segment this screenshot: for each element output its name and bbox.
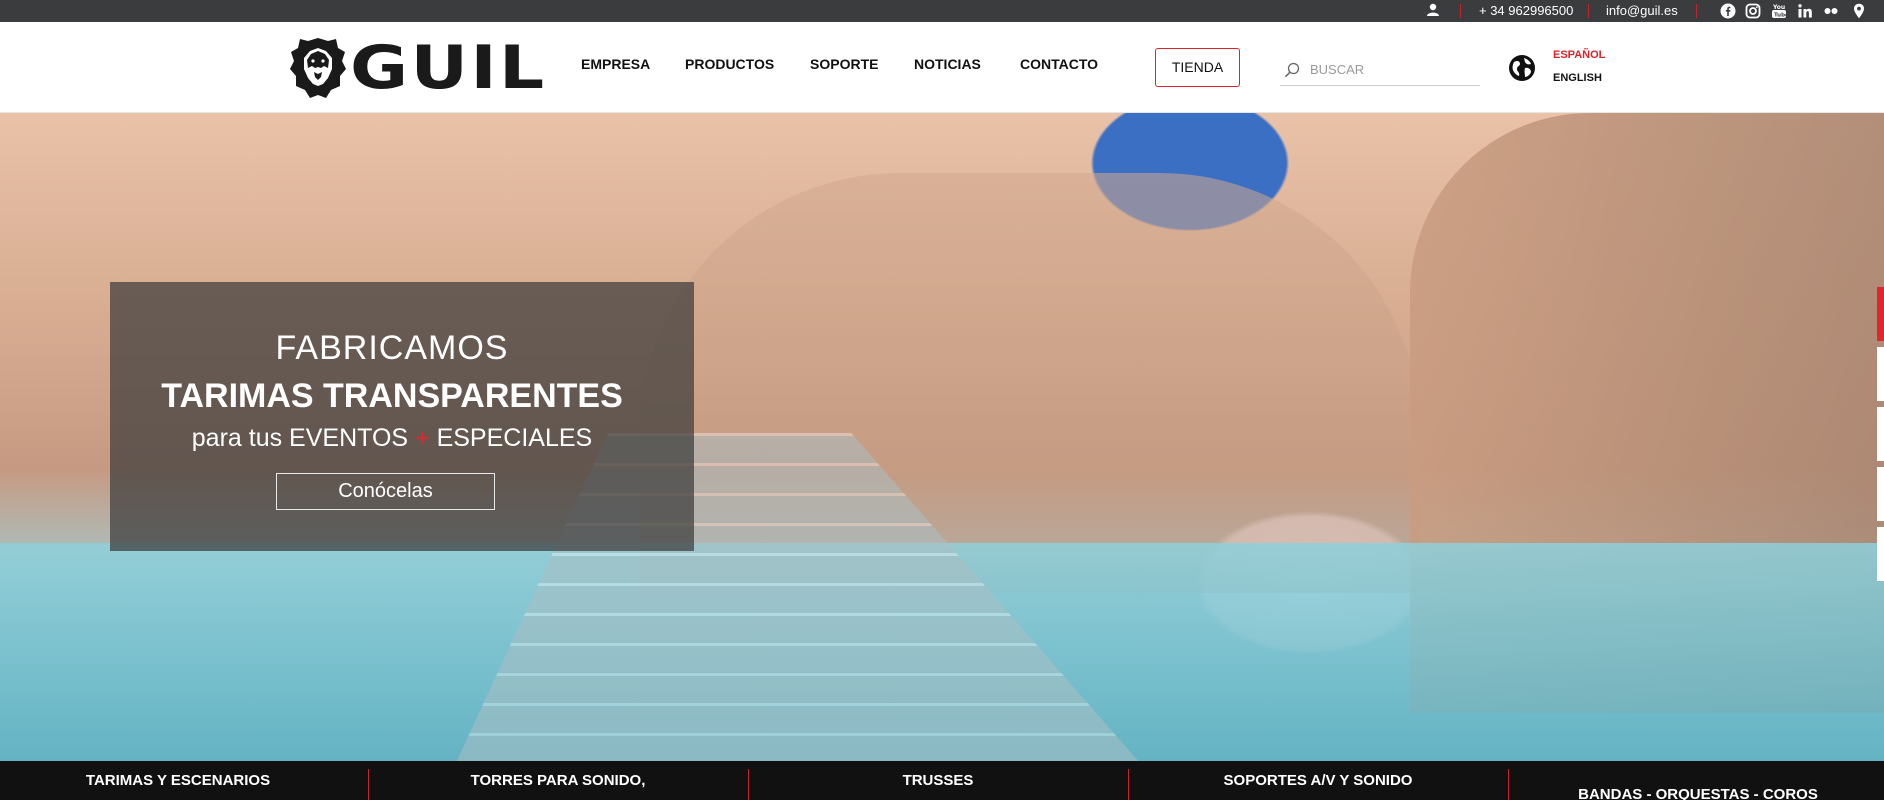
category-divider: [1508, 769, 1509, 800]
hero-caption: FABRICAMOS TARIMAS TRANSPARENTES para tu…: [110, 282, 694, 551]
main-header: GUIL ® EMPRESA PRODUCTOS SOPORTE NOTICIA…: [0, 22, 1884, 113]
topbar-divider: [1696, 4, 1697, 18]
location-pin-icon[interactable]: [1853, 3, 1869, 19]
hero-line-2: TARIMAS TRANSPARENTES: [161, 377, 623, 415]
svg-text:You: You: [1772, 4, 1785, 11]
nav-productos[interactable]: PRODUCTOS: [685, 55, 774, 73]
category-torres[interactable]: TORRES PARA SONIDO,: [420, 772, 696, 790]
slide-indicator[interactable]: [1877, 407, 1884, 461]
youtube-icon[interactable]: You Tube: [1771, 3, 1787, 19]
category-divider: [1128, 769, 1129, 800]
nav-noticias[interactable]: NOTICIAS: [914, 55, 981, 73]
guil-logo[interactable]: GUIL ®: [288, 36, 544, 100]
nav-contacto[interactable]: CONTACTO: [1020, 55, 1098, 73]
store-button[interactable]: TIENDA: [1155, 48, 1240, 87]
hero-line-1: FABRICAMOS: [275, 329, 509, 367]
globe-icon: [1508, 54, 1536, 87]
nav-soporte[interactable]: SOPORTE: [810, 55, 878, 73]
category-soportes[interactable]: SOPORTES A/V Y SONIDO: [1180, 772, 1456, 790]
phone-link[interactable]: + 34 962996500: [1479, 3, 1573, 19]
category-bar: TARIMAS Y ESCENARIOS TORRES PARA SONIDO,…: [0, 761, 1884, 800]
linkedin-icon[interactable]: [1797, 3, 1813, 19]
lion-emblem-icon: [290, 38, 346, 98]
hero-plus: +: [415, 424, 430, 452]
category-divider: [748, 769, 749, 800]
hero-line-3-a: para tus EVENTOS: [191, 424, 409, 452]
svg-text:Tube: Tube: [1774, 12, 1787, 18]
registered-mark: ®: [516, 80, 523, 90]
slide-indicator[interactable]: [1877, 347, 1884, 401]
category-divider: [368, 769, 369, 800]
slide-indicator[interactable]: [1877, 467, 1884, 521]
user-icon[interactable]: [1426, 3, 1442, 19]
top-bar: + 34 962996500 info@guil.es You Tube: [0, 0, 1884, 22]
flickr-icon[interactable]: [1823, 3, 1839, 19]
logo-wordmark: GUIL: [350, 33, 547, 103]
slide-indicator[interactable]: [1877, 527, 1884, 581]
instagram-icon[interactable]: [1745, 3, 1761, 19]
hero-cta-button[interactable]: Conócelas: [276, 473, 495, 510]
hero-slider: FABRICAMOS TARIMAS TRANSPARENTES para tu…: [0, 113, 1884, 761]
topbar-divider: [1588, 4, 1589, 18]
hero-line-3-b: ESPECIALES: [436, 424, 593, 452]
slide-indicator[interactable]: [1877, 287, 1884, 341]
email-link[interactable]: info@guil.es: [1606, 3, 1678, 19]
search-box: [1280, 52, 1480, 86]
category-bandas[interactable]: BANDAS - ORQUESTAS - COROS: [1560, 786, 1836, 800]
search-icon[interactable]: [1284, 62, 1300, 83]
language-es[interactable]: ESPAÑOL: [1553, 48, 1605, 62]
category-tarimas[interactable]: TARIMAS Y ESCENARIOS: [40, 772, 316, 790]
topbar-divider: [1460, 4, 1461, 18]
search-input[interactable]: [1310, 58, 1475, 80]
language-en[interactable]: ENGLISH: [1553, 71, 1602, 85]
nav-empresa[interactable]: EMPRESA: [581, 55, 650, 73]
category-trusses[interactable]: TRUSSES: [800, 772, 1076, 790]
facebook-icon[interactable]: [1720, 3, 1736, 19]
hero-line-3: para tus EVENTOS + ESPECIALES: [110, 422, 674, 454]
